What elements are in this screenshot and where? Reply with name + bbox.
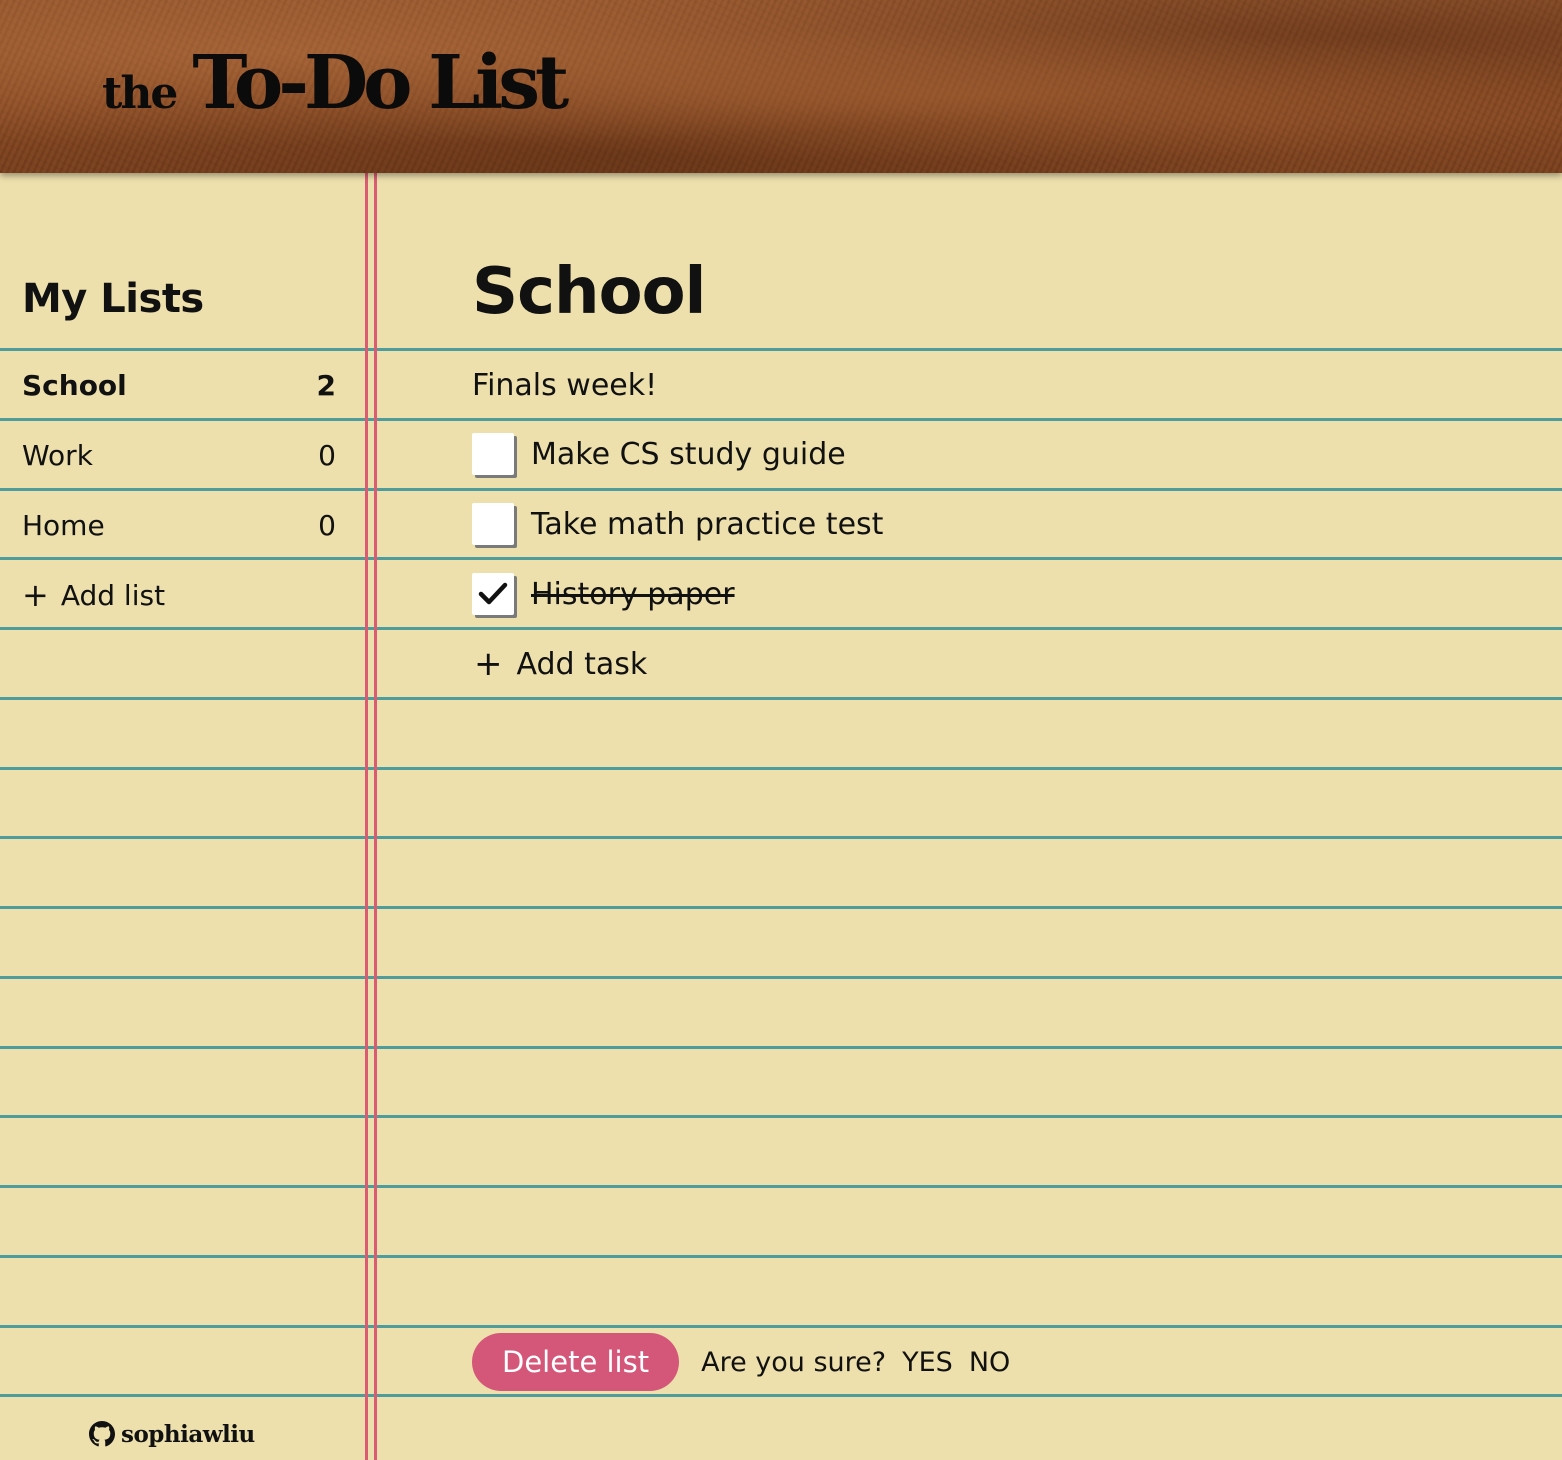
sidebar-item-school[interactable]: School 2 <box>22 352 340 418</box>
rule-line <box>0 976 1562 979</box>
rule-line <box>0 836 1562 839</box>
list-count: 0 <box>318 438 336 472</box>
rule-line <box>0 1046 1562 1049</box>
rule-line <box>0 1255 1562 1258</box>
rule-line <box>0 697 1562 700</box>
task-item: Make CS study guide <box>472 421 846 487</box>
plus-icon: + <box>22 576 49 614</box>
list-title: School <box>472 255 706 329</box>
confirm-no-button[interactable]: NO <box>969 1347 1010 1378</box>
rule-line <box>0 906 1562 909</box>
list-name: School <box>22 368 127 402</box>
list-name: Home <box>22 508 105 542</box>
task-label[interactable]: History paper <box>531 577 735 612</box>
delete-list-row: Delete list Are you sure? YES NO <box>472 1332 1026 1392</box>
confirm-yes-button[interactable]: YES <box>902 1347 953 1378</box>
margin-line <box>365 173 368 1460</box>
margin-line <box>374 173 377 1460</box>
sidebar-item-home[interactable]: Home 0 <box>22 492 340 558</box>
list-name: Work <box>22 438 93 472</box>
list-count: 2 <box>316 368 336 402</box>
task-item: Take math practice test <box>472 491 883 557</box>
delete-list-button[interactable]: Delete list <box>472 1333 680 1391</box>
github-username: sophiawliu <box>121 1420 255 1448</box>
add-task-button[interactable]: + Add task <box>474 631 647 697</box>
add-list-button[interactable]: + Add list <box>22 562 165 628</box>
task-label[interactable]: Make CS study guide <box>531 437 846 472</box>
app-header: the To-Do List <box>0 0 1562 173</box>
task-item-completed: History paper <box>472 561 735 627</box>
list-count: 0 <box>318 508 336 542</box>
rule-line <box>0 348 1562 351</box>
add-list-label: Add list <box>60 578 166 612</box>
task-label[interactable]: Take math practice test <box>531 507 883 542</box>
delete-confirm-text: Are you sure? <box>701 1346 887 1378</box>
ruled-paper <box>0 0 1562 1460</box>
rule-line <box>0 1394 1562 1397</box>
rule-line <box>0 1185 1562 1188</box>
plus-icon: + <box>474 644 503 684</box>
task-checkbox[interactable] <box>472 433 514 475</box>
sidebar-item-work[interactable]: Work 0 <box>22 422 340 488</box>
task-checkbox[interactable] <box>472 503 514 545</box>
app-logo[interactable]: the To-Do List <box>102 40 569 130</box>
add-task-label: Add task <box>516 646 648 682</box>
list-description[interactable]: Finals week! <box>472 352 657 418</box>
sidebar-heading: My Lists <box>22 276 204 322</box>
brand-prefix: the <box>102 68 178 119</box>
rule-line <box>0 1115 1562 1118</box>
brand-title: To-Do List <box>192 40 569 126</box>
task-checkbox-checked[interactable] <box>472 573 514 615</box>
rule-line <box>0 767 1562 770</box>
checkmark-icon <box>478 582 508 605</box>
rule-line <box>0 1325 1562 1328</box>
github-link[interactable]: sophiawliu <box>89 1414 255 1454</box>
rule-line <box>0 627 1562 630</box>
github-icon <box>89 1421 115 1447</box>
